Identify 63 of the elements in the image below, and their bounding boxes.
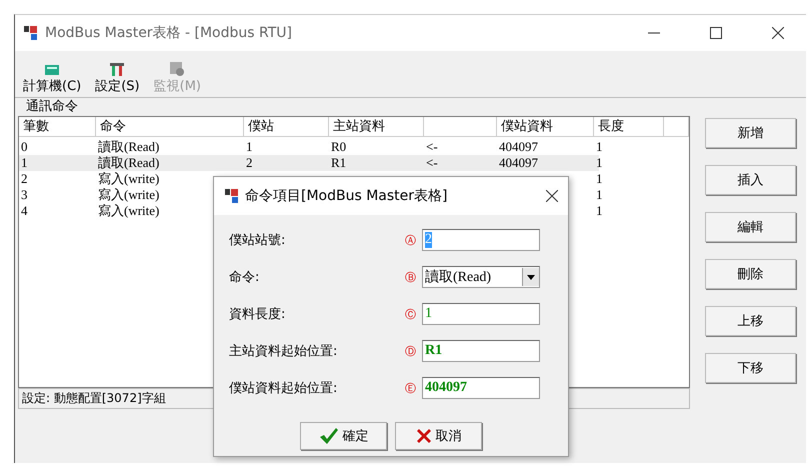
table-cell-text: 寫入(write) (97, 203, 160, 219)
column-header[interactable]: 命令 (96, 117, 244, 137)
dropdown[interactable]: 讀取(Read) (422, 266, 540, 288)
input-field[interactable]: 1 (422, 303, 540, 325)
column-header[interactable]: 筆數 (19, 117, 96, 137)
monitor-icon (169, 61, 186, 77)
field-marker: Ⓐ (405, 232, 417, 248)
checkmark-icon (318, 427, 338, 445)
table-cell-text: R0 (330, 139, 346, 155)
table-cell-text: 404097 (498, 155, 538, 171)
tools-icon (108, 61, 126, 77)
action-button[interactable]: 編輯 (705, 212, 796, 242)
group-title: 通訊命令 (26, 98, 79, 116)
table-cell-text: 1 (245, 139, 252, 155)
column-header[interactable]: 僕站 (244, 117, 329, 137)
app-icon (224, 188, 240, 204)
field-label: 命令: (229, 269, 260, 286)
dialog-button[interactable]: 確定 (300, 422, 387, 450)
action-button[interactable]: 下移 (705, 353, 796, 383)
field-marker: Ⓓ (405, 344, 417, 358)
table-cell-text: 1 (595, 203, 602, 219)
table-cell-text: 2 (20, 171, 28, 187)
table-cell-text: 3 (20, 187, 28, 203)
table-cell-text: 4 (20, 203, 28, 219)
field-label: 主站資料起始位置: (229, 343, 338, 360)
toolbar-button[interactable]: 計算機(C) (23, 51, 82, 97)
table-cell-text: 1 (595, 187, 602, 203)
table-cell-text: 1 (20, 155, 28, 171)
column-header[interactable]: 長度 (594, 117, 664, 137)
input-field[interactable]: R1 (422, 340, 540, 362)
table-cell-text: <- (425, 155, 438, 171)
close-icon[interactable] (772, 27, 784, 39)
field-label: 僕站站號: (229, 232, 286, 249)
table-cell-text: 讀取(Read) (97, 139, 160, 155)
field-label: 資料長度: (229, 306, 286, 323)
maximize-icon[interactable] (710, 27, 722, 39)
calculator-icon (44, 63, 60, 77)
table-cell-text: 寫入(write) (97, 171, 160, 187)
input-field[interactable]: 404097 (422, 377, 540, 399)
table-cell-text: 404097 (498, 139, 538, 155)
action-button[interactable]: 插入 (705, 165, 796, 195)
table-cell-text: 1 (595, 171, 602, 187)
window-title: ModBus Master表格 - [Modbus RTU] (45, 24, 293, 42)
column-header[interactable]: 僕站資料 (497, 117, 594, 137)
dialog-button[interactable]: 取消 (395, 422, 482, 450)
table-cell-text: 0 (20, 139, 28, 155)
table-cell-text: 1 (595, 139, 602, 155)
action-button[interactable]: 新增 (705, 118, 796, 148)
app-icon (23, 25, 39, 41)
table-cell-text: <- (425, 139, 438, 155)
table-cell-text: 2 (245, 155, 252, 171)
cross-icon (416, 428, 432, 444)
field-marker: Ⓑ (405, 270, 417, 284)
action-button[interactable]: 刪除 (705, 259, 796, 289)
close-icon[interactable] (546, 190, 558, 202)
dialog-title: 命令項目[ModBus Master表格] (245, 187, 448, 205)
action-button[interactable]: 上移 (705, 306, 796, 336)
toolbar-button[interactable]: 設定(S) (95, 51, 140, 97)
table-cell-text: 寫入(write) (97, 187, 160, 203)
table-cell-text: 讀取(Read) (97, 155, 160, 171)
table-cell-text: R1 (330, 155, 346, 171)
field-marker: Ⓒ (405, 306, 417, 322)
column-header[interactable]: 主站資料 (329, 117, 424, 137)
